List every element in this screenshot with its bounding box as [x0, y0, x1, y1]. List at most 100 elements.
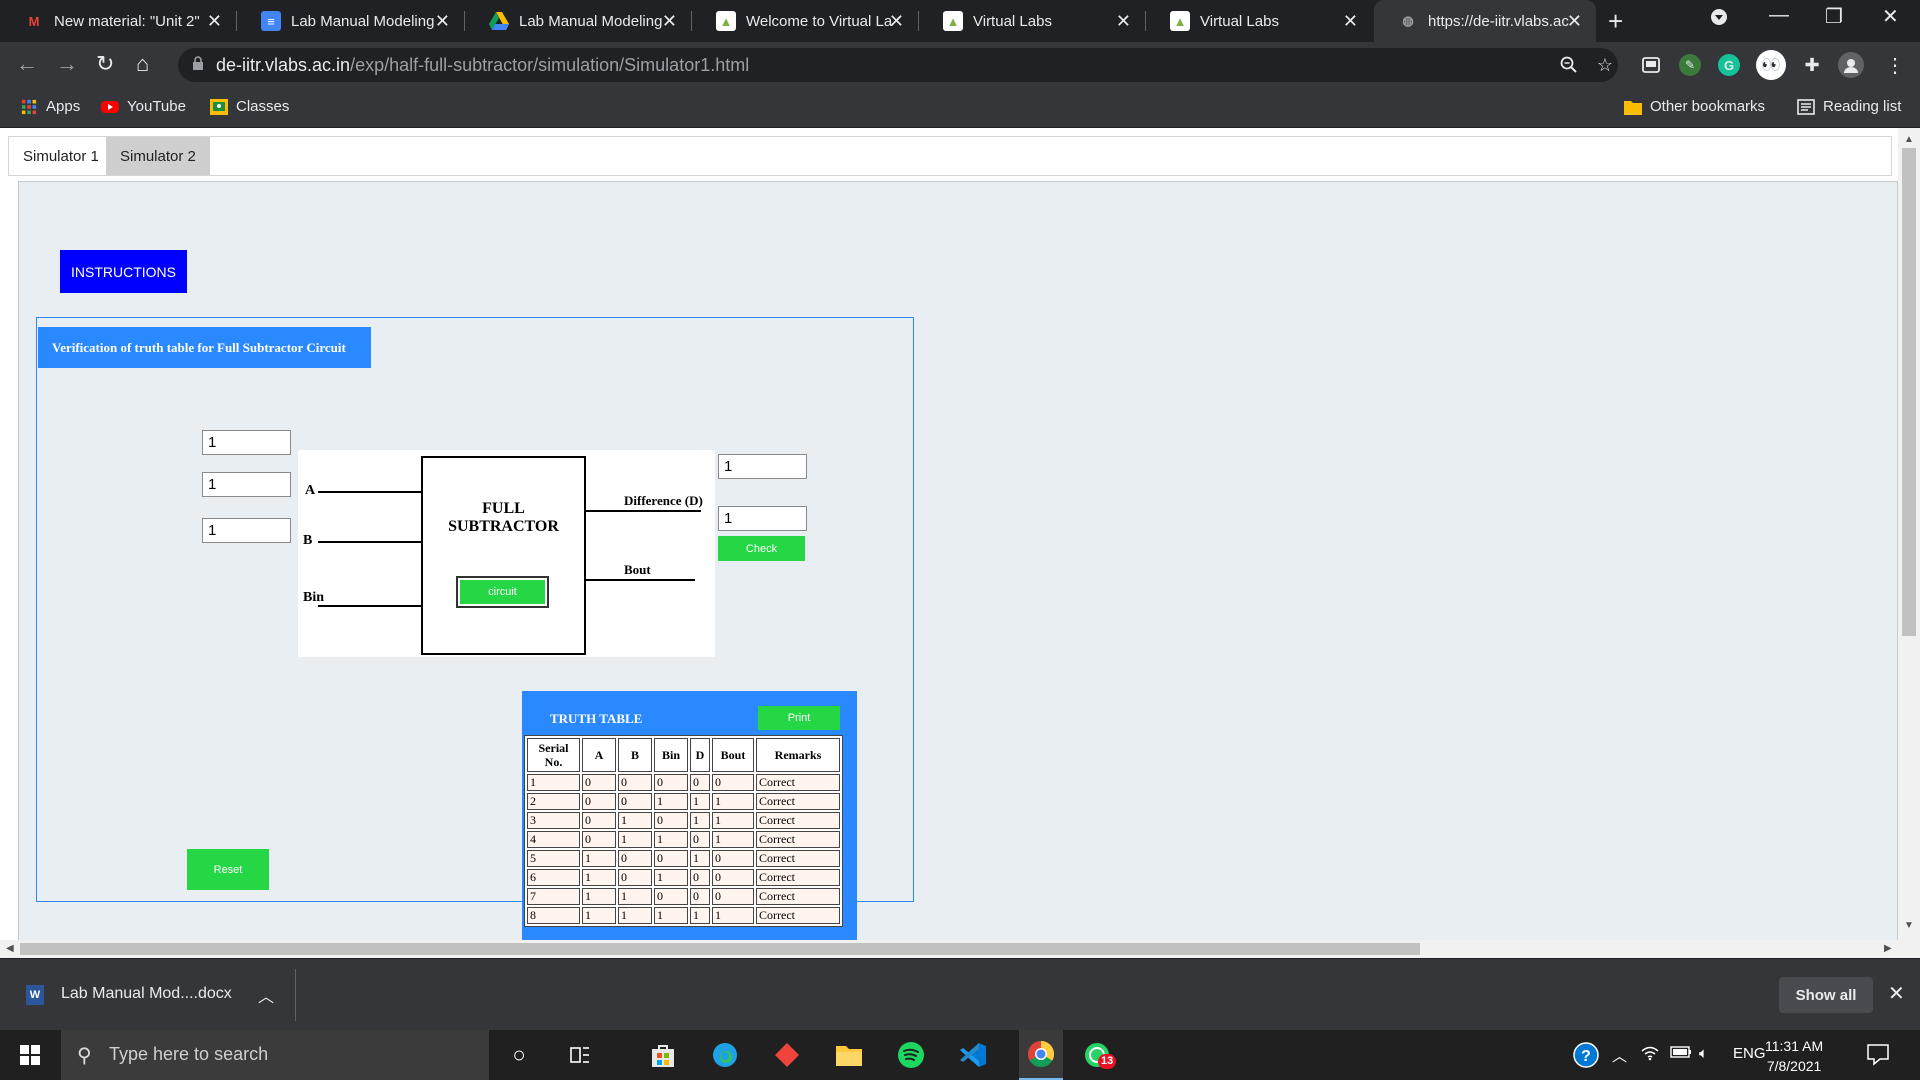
system-clock[interactable]: 11:31 AM 7/8/2021 — [1765, 1036, 1823, 1076]
notifications-icon[interactable] — [1866, 1042, 1890, 1070]
reload-icon[interactable]: ↻ — [96, 51, 114, 77]
reading-list[interactable]: Reading list — [1797, 98, 1901, 115]
volume-icon[interactable]: 🔈︎ — [1699, 1045, 1708, 1062]
scroll-down-arrow-icon[interactable]: ▼ — [1904, 920, 1914, 931]
download-filename[interactable]: Lab Manual Mod....docx — [61, 985, 232, 1003]
table-cell: 0 — [582, 774, 616, 791]
zoom-icon[interactable] — [1554, 50, 1584, 80]
output-bout-field[interactable] — [718, 506, 807, 531]
browser-tab-docs[interactable]: ≡ Lab Manual Modeling ✕ — [237, 0, 464, 42]
edge-icon[interactable] — [709, 1039, 741, 1071]
browser-tab-virtual-labs-2[interactable]: ▲ Virtual Labs ✕ — [1146, 0, 1372, 42]
language-indicator[interactable]: ENG — [1733, 1045, 1766, 1062]
truth-table-panel: TRUTH TABLE Print Serial No. A B Bin D B… — [522, 691, 857, 940]
extension-eyes-icon[interactable]: 👀 — [1756, 50, 1786, 80]
spotify-icon[interactable] — [895, 1039, 927, 1071]
close-tab-icon[interactable]: ✕ — [1567, 11, 1582, 32]
extensions-puzzle-icon[interactable]: ✚ — [1797, 50, 1827, 80]
scroll-up-arrow-icon[interactable]: ▲ — [1904, 134, 1914, 145]
file-explorer-icon[interactable] — [833, 1039, 865, 1071]
close-tab-icon[interactable]: ✕ — [889, 11, 904, 32]
table-cell: 0 — [712, 774, 754, 791]
tab-simulator-1[interactable]: Simulator 1 — [9, 137, 113, 175]
menu-kebab-icon[interactable]: ⋮ — [1880, 50, 1910, 80]
circuit-wires — [318, 456, 701, 655]
instructions-button[interactable]: INSTRUCTIONS — [60, 250, 187, 293]
grammarly-icon[interactable]: G — [1718, 54, 1740, 76]
chevron-up-icon[interactable]: ︿ — [258, 983, 274, 1007]
horizontal-scroll-thumb[interactable] — [20, 943, 1420, 955]
check-button[interactable]: Check — [718, 536, 805, 561]
vertical-scrollbar[interactable]: ▲ ▼ — [1898, 128, 1920, 940]
url-text[interactable]: de-iitr.vlabs.ac.in/exp/half-full-subtra… — [216, 55, 749, 76]
show-all-button[interactable]: Show all — [1779, 977, 1873, 1013]
close-tab-icon[interactable]: ✕ — [1343, 11, 1358, 32]
table-cell: Correct — [756, 907, 840, 924]
bookmark-youtube[interactable]: YouTube — [101, 98, 186, 115]
tab-search-icon[interactable] — [1710, 8, 1728, 32]
new-tab-icon[interactable]: + — [1608, 6, 1623, 37]
scroll-right-arrow-icon[interactable]: ▶ — [1884, 943, 1892, 954]
wifi-icon[interactable] — [1641, 1045, 1659, 1065]
close-tab-icon[interactable]: ✕ — [662, 11, 677, 32]
bookmark-star-icon[interactable]: ☆ — [1590, 50, 1620, 80]
home-icon[interactable]: ⌂ — [136, 51, 149, 77]
reading-list-icon — [1797, 98, 1815, 115]
table-cell: Correct — [756, 869, 840, 886]
virtual-labs-icon: ▲ — [943, 11, 963, 31]
address-bar[interactable]: de-iitr.vlabs.ac.in/exp/half-full-subtra… — [178, 48, 1618, 82]
browser-tab-drive[interactable]: Lab Manual Modeling ✕ — [465, 0, 691, 42]
table-cell: 0 — [690, 774, 710, 791]
output-difference-field[interactable] — [718, 454, 807, 479]
bookmark-apps[interactable]: Apps — [20, 98, 80, 115]
minimize-icon[interactable]: — — [1769, 4, 1789, 27]
restore-icon[interactable]: ❐ — [1825, 4, 1843, 29]
battery-icon[interactable] — [1670, 1045, 1692, 1063]
browser-tab-gmail[interactable]: M New material: "Unit 2" ✕ — [0, 0, 236, 42]
microsoft-store-icon[interactable] — [647, 1039, 679, 1071]
close-download-shelf-icon[interactable]: ✕ — [1888, 981, 1905, 1006]
print-button[interactable]: Print — [758, 706, 840, 730]
tab-simulator-2[interactable]: Simulator 2 — [106, 137, 210, 175]
table-cell: 1 — [712, 793, 754, 810]
forward-icon[interactable]: → — [56, 51, 78, 77]
cast-icon[interactable] — [1636, 50, 1666, 80]
whatsapp-icon[interactable]: 13 — [1081, 1039, 1117, 1071]
input-bin-field[interactable] — [202, 518, 291, 543]
table-cell: 0 — [654, 888, 688, 905]
scroll-left-arrow-icon[interactable]: ◀ — [6, 943, 14, 954]
cortana-icon[interactable]: ○ — [503, 1039, 535, 1071]
close-window-icon[interactable]: ✕ — [1882, 4, 1899, 29]
taskbar-search-box[interactable]: ⚲ Type here to search — [61, 1030, 489, 1080]
extension-green-icon[interactable]: ✎ — [1679, 54, 1701, 76]
close-tab-icon[interactable]: ✕ — [1116, 11, 1131, 32]
close-tab-icon[interactable]: ✕ — [435, 11, 450, 32]
browser-tab-virtual-labs-welcome[interactable]: ▲ Welcome to Virtual La ✕ — [692, 0, 918, 42]
browser-tab-strip: M New material: "Unit 2" ✕ ≡ Lab Manual … — [0, 0, 1920, 42]
bookmark-classes[interactable]: Classes — [210, 98, 289, 115]
windows-start-icon[interactable] — [20, 1045, 40, 1065]
vertical-scroll-thumb[interactable] — [1902, 148, 1916, 636]
reset-button[interactable]: Reset — [187, 849, 269, 890]
input-a-field[interactable] — [202, 430, 291, 455]
browser-tab-active[interactable]: ◍ https://de-iitr.vlabs.ac ✕ — [1374, 0, 1596, 42]
chevron-up-tray-icon[interactable]: ︿ — [1612, 1045, 1627, 1066]
browser-tab-virtual-labs[interactable]: ▲ Virtual Labs ✕ — [919, 0, 1145, 42]
table-cell: 6 — [527, 869, 580, 886]
help-icon[interactable]: ? — [1572, 1041, 1600, 1073]
other-bookmarks[interactable]: Other bookmarks — [1624, 98, 1765, 115]
profile-avatar-icon[interactable] — [1838, 52, 1864, 78]
horizontal-scrollbar[interactable]: ◀ ▶ — [0, 940, 1920, 958]
table-cell: 0 — [582, 793, 616, 810]
table-cell: 0 — [618, 793, 652, 810]
task-view-icon[interactable] — [564, 1039, 596, 1071]
vscode-icon[interactable] — [957, 1039, 989, 1071]
chrome-taskbar-icon[interactable] — [1019, 1030, 1063, 1080]
circuit-button[interactable]: circuit — [456, 576, 549, 608]
table-cell: 1 — [712, 812, 754, 829]
input-b-field[interactable] — [202, 472, 291, 497]
back-icon[interactable]: ← — [16, 51, 38, 77]
close-tab-icon[interactable]: ✕ — [207, 11, 222, 32]
reading-list-label: Reading list — [1823, 98, 1902, 115]
anydesk-icon[interactable] — [771, 1039, 803, 1071]
